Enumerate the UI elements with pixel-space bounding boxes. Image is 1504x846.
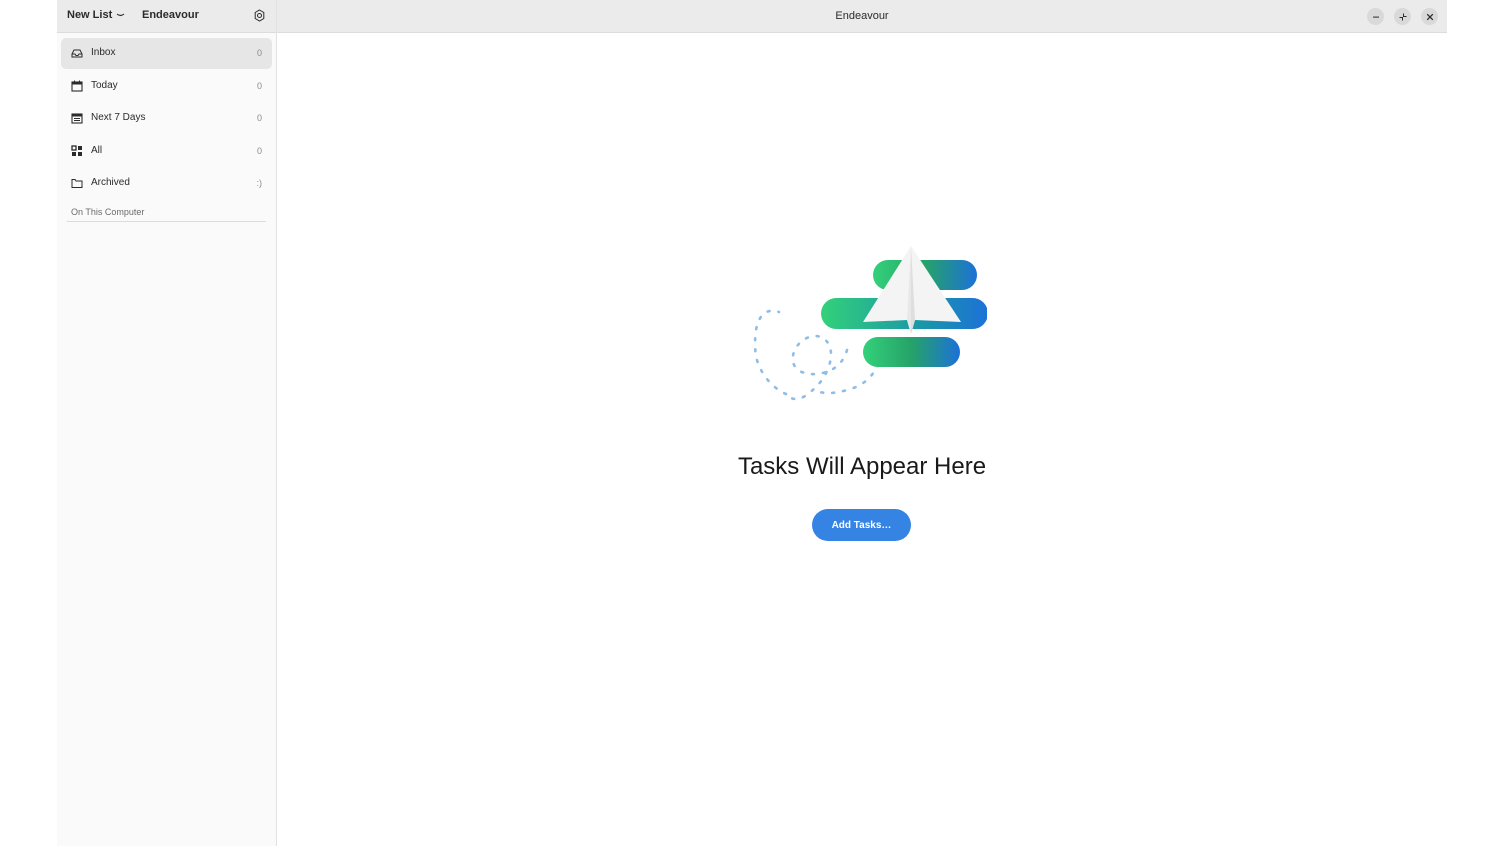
sidebar-item-label: Today [91, 79, 118, 91]
sidebar-item-label: Inbox [91, 47, 116, 58]
inbox-icon [71, 49, 83, 58]
app-name: Endeavour [142, 9, 199, 21]
sidebar-item-next-7-days[interactable]: Next 7 Days 0 [61, 103, 272, 134]
main-content: Endeavour Tasks Will Appear Here Add Tas… [277, 0, 1447, 846]
calendar-icon [71, 80, 83, 92]
folder-icon [71, 179, 83, 189]
window-title: Endeavour [835, 10, 889, 22]
sidebar-item-count: :) [256, 178, 263, 189]
empty-state-title: Tasks Will Appear Here [737, 453, 987, 480]
new-list-label: New List [67, 9, 113, 21]
sidebar-item-count: 0 [256, 80, 262, 91]
sidebar-item-all[interactable]: All 0 [61, 136, 272, 167]
minimize-icon [1372, 16, 1379, 18]
close-button[interactable] [1421, 8, 1438, 25]
sidebar-item-inbox[interactable]: Inbox 0 [61, 38, 272, 69]
paper-plane-illustration [753, 246, 987, 401]
app-window: New List Endeavour Inbox 0 Today 0 Next … [57, 0, 1447, 846]
section-title-on-this-computer: On This Computer [67, 207, 266, 223]
sidebar-item-archived[interactable]: Archived :) [61, 168, 272, 199]
sidebar-nav: Inbox 0 Today 0 Next 7 Days 0 All 0 Arch… [57, 33, 276, 199]
close-icon [1426, 13, 1433, 20]
sidebar: New List Endeavour Inbox 0 Today 0 Next … [57, 0, 277, 846]
calendar-week-icon [71, 113, 83, 124]
sidebar-item-label: All [91, 144, 103, 156]
sidebar-item-count: 0 [256, 48, 262, 58]
minimize-button[interactable] [1367, 8, 1384, 25]
sidebar-item-label: Archived [91, 177, 130, 189]
header-bar: Endeavour [277, 0, 1447, 33]
sidebar-item-today[interactable]: Today 0 [61, 71, 272, 102]
sidebar-header: New List Endeavour [57, 0, 276, 33]
new-list-button[interactable]: New List [67, 9, 125, 21]
add-tasks-button[interactable]: Add Tasks… [812, 509, 911, 541]
sidebar-item-count: 0 [256, 113, 262, 124]
gear-icon[interactable] [253, 9, 266, 22]
sidebar-item-count: 0 [256, 145, 262, 156]
restore-icon [1399, 13, 1406, 20]
grid-icon [71, 145, 82, 156]
chevron-down-icon [116, 13, 125, 17]
sidebar-item-label: Next 7 Days [91, 112, 146, 124]
restore-button[interactable] [1394, 8, 1411, 25]
